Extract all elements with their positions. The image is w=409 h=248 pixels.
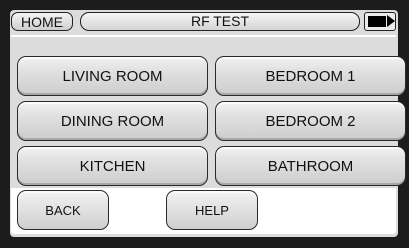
dining-room-button[interactable]: DINING ROOM xyxy=(17,101,208,141)
page-title: RF TEST xyxy=(80,12,360,31)
battery-icon xyxy=(364,12,396,31)
header-divider xyxy=(11,35,396,37)
home-button[interactable]: HOME xyxy=(11,12,73,31)
help-button[interactable]: HELP xyxy=(166,190,258,230)
living-room-button[interactable]: LIVING ROOM xyxy=(17,56,208,96)
kitchen-button[interactable]: KITCHEN xyxy=(17,146,208,186)
battery-tip xyxy=(387,15,395,27)
bedroom-1-button[interactable]: BEDROOM 1 xyxy=(215,56,406,96)
back-button[interactable]: BACK xyxy=(17,190,109,230)
battery-level xyxy=(368,16,386,27)
bathroom-button[interactable]: BATHROOM xyxy=(215,146,406,186)
device-frame: HOME RF TEST LIVING ROOM BEDROOM 1 DININ… xyxy=(0,0,409,248)
bedroom-2-button[interactable]: BEDROOM 2 xyxy=(215,101,406,141)
